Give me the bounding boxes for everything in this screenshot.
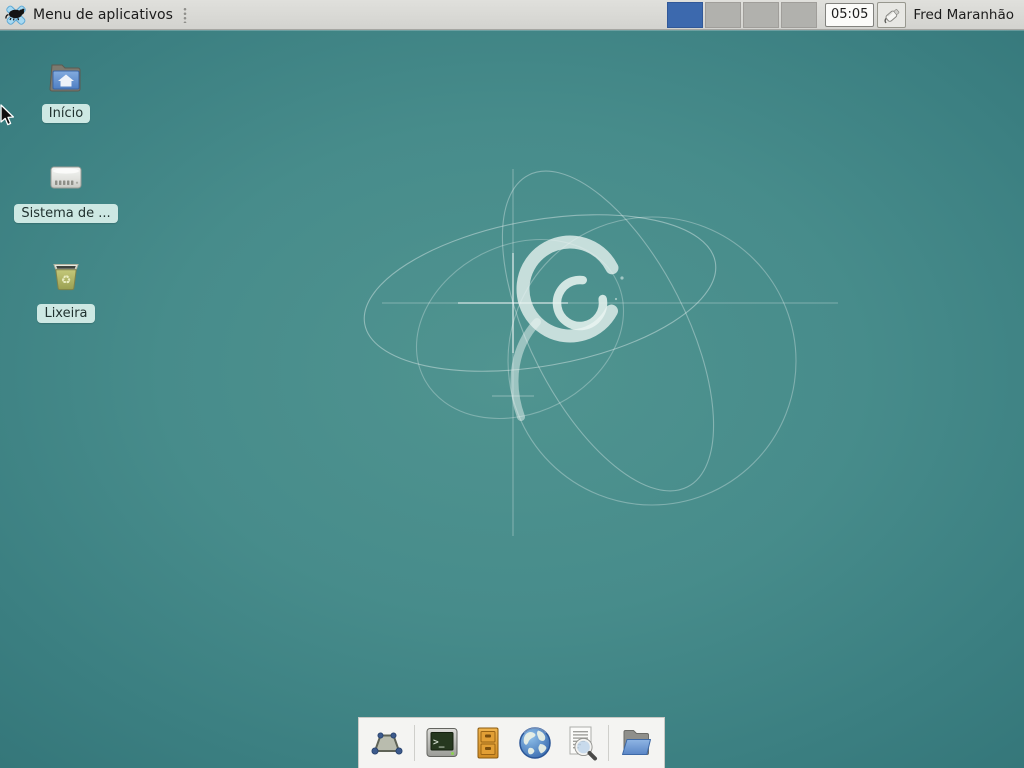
desktop-icon-filesystem[interactable]: Sistema de ...	[18, 157, 114, 223]
terminal-launcher[interactable]: >_	[423, 723, 461, 763]
application-finder-icon	[562, 724, 600, 762]
workspace-2[interactable]	[705, 2, 741, 28]
desktop-workspace[interactable]: Início Sist	[0, 30, 1024, 768]
workspace-1[interactable]	[667, 2, 703, 28]
session-user-menu[interactable]: Fred Maranhão	[913, 7, 1014, 23]
file-cabinet-launcher[interactable]	[469, 723, 507, 763]
notification-area-button[interactable]	[877, 2, 906, 28]
clock[interactable]: 05:05	[825, 3, 874, 27]
file-manager-launcher[interactable]	[617, 723, 655, 763]
top-panel: Menu de aplicativos 05:05	[0, 0, 1024, 30]
terminal-icon: >_	[423, 724, 461, 762]
desktop-icon-home[interactable]: Início	[18, 57, 114, 123]
terminal-prompt-glyph: >_	[433, 737, 445, 748]
web-browser-globe-icon	[516, 724, 554, 762]
home-folder-icon	[44, 57, 88, 97]
file-manager-folder-icon	[617, 724, 655, 762]
workspace-switcher	[667, 2, 817, 28]
trash-icon: ♻	[44, 257, 88, 297]
bottom-dock-panel: >_	[358, 717, 665, 768]
file-cabinet-icon	[469, 724, 507, 762]
desktop-icon-trash[interactable]: ♻ Lixeira	[18, 257, 114, 323]
applications-menu-button[interactable]: Menu de aplicativos	[0, 0, 179, 29]
mouse-device-icon	[882, 5, 902, 25]
application-finder-launcher[interactable]	[562, 723, 600, 763]
debian-swirl-wallpaper-art	[0, 31, 1024, 768]
xfce-mouse-logo-icon	[4, 4, 28, 26]
desktop-icon-label: Início	[42, 104, 90, 123]
web-browser-launcher[interactable]	[516, 723, 554, 763]
dock-separator	[414, 725, 415, 761]
desktop-icon-label: Lixeira	[37, 304, 94, 323]
dock-separator	[608, 725, 609, 761]
workspace-4[interactable]	[781, 2, 817, 28]
show-desktop-icon	[368, 724, 406, 762]
recycle-glyph: ♻	[61, 273, 71, 287]
workspace-3[interactable]	[743, 2, 779, 28]
applications-menu-label: Menu de aplicativos	[33, 7, 173, 23]
filesystem-drive-icon	[44, 157, 88, 197]
debian-xfce-desktop: Menu de aplicativos 05:05	[0, 0, 1024, 768]
clock-time: 05:05	[831, 7, 868, 22]
panel-separator-handle	[182, 7, 188, 23]
desktop-icon-label: Sistema de ...	[14, 204, 117, 223]
show-desktop-button[interactable]	[368, 723, 406, 763]
